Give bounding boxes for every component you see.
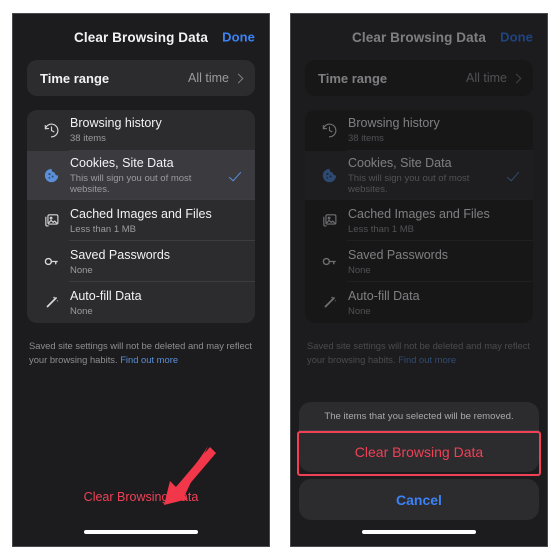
list-item-title: Auto-fill Data [70,288,142,303]
list-item-title: Cookies, Site Data [70,156,174,170]
chevron-right-icon [511,73,522,83]
list-item-text: Cached Images and Files Less than 1 MB [70,202,243,240]
list-item-subtitle: None [70,264,93,276]
history-clock-icon [315,117,343,145]
list-item-text: Browsing history 38 items [348,111,521,149]
time-range-value-group: All time [466,71,522,85]
list-item-subtitle: This will sign you out of most websites. [348,172,470,196]
list-item-title: Cached Images and Files [348,206,490,221]
list-item[interactable]: Browsing history 38 items [305,110,533,151]
phone-screenshot-right: Clear Browsing Data Done Time range All … [290,13,548,547]
list-item-text: Browsing history 38 items [70,111,243,149]
list-item-subtitle: None [348,305,371,317]
list-item-subtitle: This will sign you out of most websites. [70,172,192,196]
home-indicator [84,530,198,534]
list-item-title: Saved Passwords [348,247,449,262]
navigation-bar: Clear Browsing Data Done [291,14,547,60]
time-range-value-group: All time [188,71,244,85]
list-item[interactable]: Cached Images and Files Less than 1 MB [27,200,255,242]
page-title: Clear Browsing Data [74,29,208,45]
checkmark-icon [229,169,243,183]
magic-wand-icon [315,289,343,317]
list-item-title: Cached Images and Files [70,206,212,221]
cookie-icon [315,162,343,190]
time-range-row[interactable]: Time range All time [27,60,255,96]
action-sheet: The items that you selected will be remo… [297,402,541,520]
time-range-label: Time range [318,70,388,86]
clear-data-options-list: Browsing history 38 items Cookies, Site … [305,110,533,324]
magic-wand-icon [37,289,65,317]
list-item-title: Cookies, Site Data [348,156,452,170]
list-item[interactable]: Auto-fill Data None [305,282,533,323]
list-item-title: Browsing history [70,116,162,131]
list-item-title: Saved Passwords [70,247,171,262]
action-sheet-card: The items that you selected will be remo… [299,402,539,472]
list-item[interactable]: Cookies, Site Data This will sign you ou… [27,151,255,201]
action-sheet-message: The items that you selected will be remo… [324,411,514,422]
list-item-title: Browsing history [348,116,440,131]
time-range-card[interactable]: Time range All time [305,60,533,96]
confirm-clear-browsing-data-button[interactable]: Clear Browsing Data [299,431,539,472]
key-icon [315,248,343,276]
images-stack-icon [315,207,343,235]
phone-screen-left: Clear Browsing Data Done Time range All … [13,14,269,546]
checkmark-icon [507,169,521,183]
clear-data-options-list: Browsing history 38 items Cookies, Site … [27,110,255,324]
list-item-subtitle: 38 items [70,133,106,145]
find-out-more-link[interactable]: Find out more [398,354,456,365]
settings-content-left: Clear Browsing Data Done Time range All … [13,14,269,546]
navigation-bar: Clear Browsing Data Done [13,14,269,60]
time-range-card[interactable]: Time range All time [27,60,255,96]
time-range-value: All time [466,71,507,85]
time-range-label: Time range [40,70,110,86]
list-item[interactable]: Auto-fill Data None [27,282,255,323]
cancel-button[interactable]: Cancel [299,479,539,520]
done-button[interactable]: Done [500,30,533,45]
list-item[interactable]: Browsing history 38 items [27,110,255,151]
history-clock-icon [37,117,65,145]
chevron-right-icon [233,73,244,83]
footnote: Saved site settings will not be deleted … [29,339,253,366]
images-stack-icon [37,207,65,235]
done-button[interactable]: Done [222,30,255,45]
list-item-title: Auto-fill Data [348,288,420,303]
home-indicator [362,530,476,534]
screenshot-canvas: Clear Browsing Data Done Time range All … [0,0,560,560]
list-item-text: Saved Passwords None [70,243,243,281]
time-range-value: All time [188,71,229,85]
list-item[interactable]: Saved Passwords None [27,241,255,283]
list-item-subtitle: None [70,305,93,317]
list-item[interactable]: Saved Passwords None [305,241,533,283]
list-item-text: Cached Images and Files Less than 1 MB [348,202,521,240]
phone-screenshot-left: Clear Browsing Data Done Time range All … [12,13,270,547]
list-item-text: Auto-fill Data None [348,284,521,322]
key-icon [37,248,65,276]
phone-screen-right: Clear Browsing Data Done Time range All … [291,14,547,546]
action-sheet-primary-group: The items that you selected will be remo… [297,402,541,476]
list-item-subtitle: None [348,264,371,276]
list-item-subtitle: Less than 1 MB [70,223,137,235]
list-item[interactable]: Cached Images and Files Less than 1 MB [305,200,533,242]
find-out-more-link[interactable]: Find out more [120,354,178,365]
page-title: Clear Browsing Data [352,29,486,45]
list-item-text: Auto-fill Data None [70,284,243,322]
list-item-text: Cookies, Site Data This will sign you ou… [348,151,501,200]
list-item-subtitle: 38 items [348,133,384,145]
list-item-text: Saved Passwords None [348,243,521,281]
time-range-row[interactable]: Time range All time [305,60,533,96]
footnote: Saved site settings will not be deleted … [307,339,531,366]
clear-browsing-data-button[interactable]: Clear Browsing Data [13,490,269,504]
list-item-subtitle: Less than 1 MB [348,223,415,235]
list-item-text: Cookies, Site Data This will sign you ou… [70,151,223,200]
cookie-icon [37,162,65,190]
list-item[interactable]: Cookies, Site Data This will sign you ou… [305,151,533,201]
